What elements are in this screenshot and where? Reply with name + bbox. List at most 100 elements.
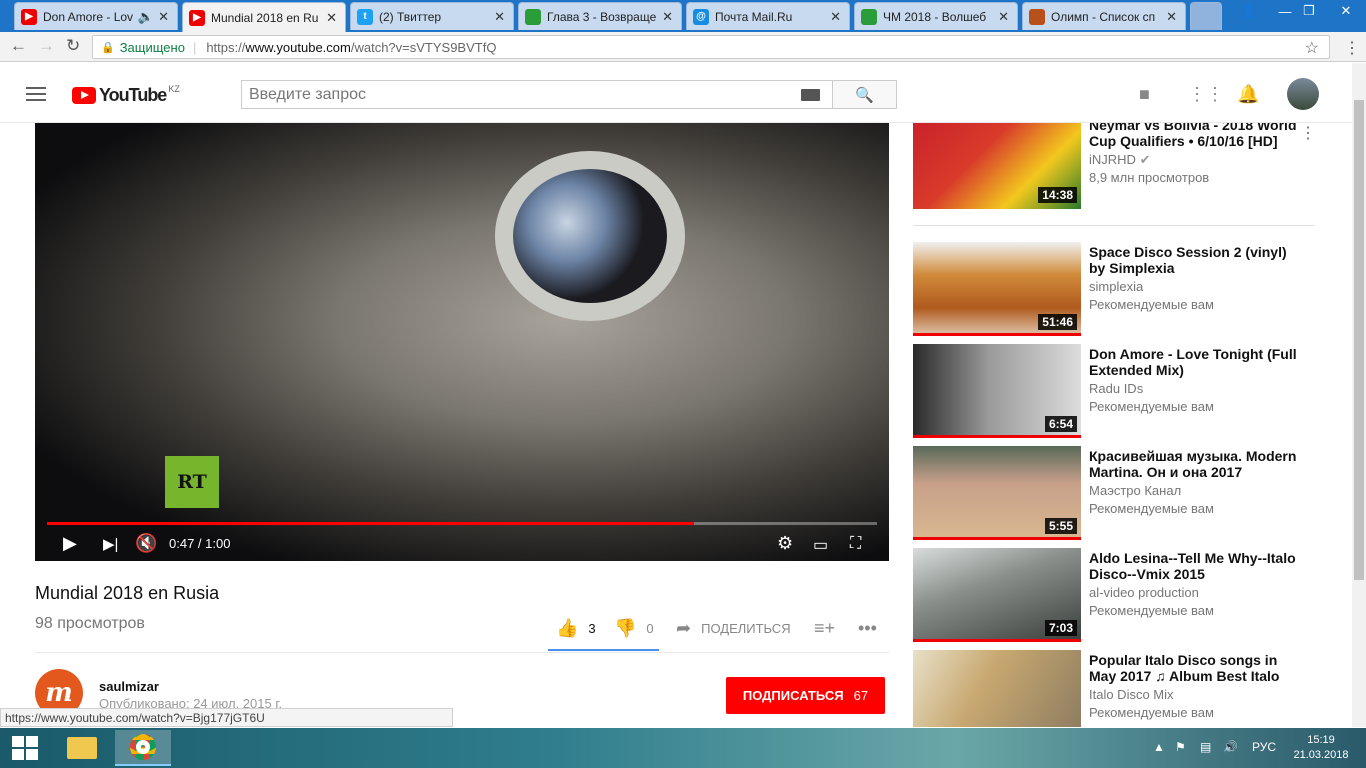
video-thumbnail[interactable]: 5:55 xyxy=(913,446,1081,540)
sidebar-divider xyxy=(913,225,1315,226)
system-clock[interactable]: 15:19 21.03.2018 xyxy=(1291,733,1351,763)
input-language[interactable]: РУС xyxy=(1252,740,1276,754)
video-thumbnail[interactable] xyxy=(913,650,1081,727)
tab-close-icon[interactable]: ✕ xyxy=(158,9,169,25)
watched-progress-bar xyxy=(913,435,1081,438)
new-tab-button[interactable] xyxy=(1190,2,1222,30)
recommended-channel[interactable]: iNJRHD ✔ xyxy=(1089,152,1150,168)
youtube-favicon-icon: ▶ xyxy=(189,9,205,26)
action-center-flag-icon[interactable]: ⚑ xyxy=(1175,740,1186,754)
like-count: 3 xyxy=(588,621,596,636)
tray-expand-icon[interactable]: ▲ xyxy=(1153,740,1165,754)
thumbs-up-icon: 👍 xyxy=(556,618,579,638)
recommended-title[interactable]: Don Amore - Love Tonight (Full Extended … xyxy=(1089,346,1299,378)
tab-close-icon[interactable]: ✕ xyxy=(1166,9,1177,25)
tab-close-icon[interactable]: ✕ xyxy=(998,9,1009,25)
youtube-masthead: YouTube KZ Введите запрос 🔍 ■ ⋮⋮ 🔔 xyxy=(0,63,1352,123)
youtube-wordmark: YouTube xyxy=(99,85,167,105)
share-button[interactable]: ➦ ПОДЕЛИТЬСЯ xyxy=(676,618,791,639)
tab-olimp[interactable]: Олимп - Список сп ✕ xyxy=(1022,2,1186,30)
upload-video-icon[interactable]: ■ xyxy=(1139,84,1150,105)
tab-close-icon[interactable]: ✕ xyxy=(830,9,841,25)
tab-close-icon[interactable]: ✕ xyxy=(494,9,505,25)
like-button[interactable]: 👍 3 xyxy=(556,618,596,639)
recommended-channel[interactable]: Маэстро Канал xyxy=(1089,483,1181,498)
windows-start-icon[interactable] xyxy=(12,736,38,760)
browser-tab-strip: ▶ Don Amore - Lov 🔈 ✕ ▶ Mundial 2018 en … xyxy=(0,0,1366,32)
bookmark-star-icon[interactable]: ☆ xyxy=(1305,38,1319,58)
subscribe-button[interactable]: ПОДПИСАТЬСЯ 67 xyxy=(726,677,885,714)
browser-menu-icon[interactable]: ⋮ xyxy=(1344,38,1360,58)
page-scrollbar-thumb[interactable] xyxy=(1354,100,1364,580)
chrome-taskbar-icon[interactable] xyxy=(115,730,171,766)
reload-icon[interactable]: ↻ xyxy=(66,36,80,56)
secure-indicator[interactable]: 🔒 Защищено xyxy=(101,40,185,55)
restore-icon[interactable]: ❐ xyxy=(1292,0,1326,22)
share-label: ПОДЕЛИТЬСЯ xyxy=(701,621,791,636)
tab-chm-2018[interactable]: ЧМ 2018 - Волшеб ✕ xyxy=(854,2,1018,30)
theater-mode-icon[interactable]: ▭ xyxy=(813,535,828,555)
recommended-title[interactable]: Popular Italo Disco songs in May 2017 ♫ … xyxy=(1089,652,1299,684)
recommended-title[interactable]: Aldo Lesina--Tell Me Why--Italo Disco--V… xyxy=(1089,550,1299,582)
apps-grid-icon[interactable]: ⋮⋮ xyxy=(1188,84,1224,105)
recommended-title[interactable]: Neymar vs Bolivia - 2018 World Cup Quali… xyxy=(1089,123,1299,149)
recommended-title[interactable]: Space Disco Session 2 (vinyl) by Simplex… xyxy=(1089,244,1299,276)
mute-volume-icon[interactable]: 🔇 xyxy=(135,533,157,554)
hamburger-menu-icon[interactable] xyxy=(26,87,46,101)
video-thumbnail[interactable]: 6:54 xyxy=(913,344,1081,438)
youtube-play-logo-icon xyxy=(72,87,96,104)
next-video-icon[interactable]: ▶| xyxy=(103,535,118,553)
add-to-playlist-button[interactable]: ≡+ xyxy=(814,618,845,639)
search-input[interactable]: Введите запрос xyxy=(241,80,833,109)
keyboard-icon[interactable] xyxy=(801,89,820,101)
notifications-bell-icon[interactable]: 🔔 xyxy=(1237,84,1259,105)
settings-gear-icon[interactable]: ⚙ xyxy=(777,533,793,554)
dislike-button[interactable]: 👎 0 xyxy=(614,618,654,639)
more-actions-button[interactable]: ••• xyxy=(858,618,887,639)
channel-name[interactable]: saulmizar xyxy=(99,679,159,694)
youtube-logo[interactable]: YouTube KZ xyxy=(72,84,180,106)
volume-icon[interactable]: 🔊 xyxy=(1223,740,1238,754)
video-thumbnail[interactable]: 7:03 xyxy=(913,548,1081,642)
recommended-meta: Рекомендуемые вам xyxy=(1089,603,1214,618)
forward-arrow-icon[interactable]: → xyxy=(38,36,55,56)
more-horizontal-icon: ••• xyxy=(858,618,877,638)
back-arrow-icon[interactable]: ← xyxy=(10,36,27,56)
tab-audio-icon[interactable]: 🔈 xyxy=(138,9,154,25)
url-host: www.youtube.com xyxy=(245,39,351,55)
player-controls: ▶ ▶| 🔇 0:47 / 1:00 ⚙ ▭ ⛶ xyxy=(35,529,889,561)
tab-glava-3[interactable]: Глава 3 - Возвраще ✕ xyxy=(518,2,682,30)
tab-don-amore[interactable]: ▶ Don Amore - Lov 🔈 ✕ xyxy=(14,2,178,30)
play-icon[interactable]: ▶ xyxy=(63,533,77,554)
video-duration: 5:55 xyxy=(1044,518,1077,534)
network-icon[interactable]: ▤ xyxy=(1200,740,1211,754)
video-thumbnail[interactable]: 51:46 xyxy=(913,242,1081,336)
recommended-title[interactable]: Красивейшая музыка. Modern Martina. Он и… xyxy=(1089,448,1299,480)
tab-mundial-active[interactable]: ▶ Mundial 2018 en Ru ✕ xyxy=(182,2,346,32)
video-player[interactable]: RT ▶ ▶| 🔇 0:47 / 1:00 ⚙ ▭ ⛶ xyxy=(35,123,889,561)
tab-twitter[interactable]: t (2) Твиттер ✕ xyxy=(350,2,514,30)
tab-title: Почта Mail.Ru xyxy=(715,9,793,24)
recommended-channel[interactable]: Radu IDs xyxy=(1089,381,1143,396)
recommended-channel[interactable]: simplexia xyxy=(1089,279,1143,294)
omnibox[interactable]: 🔒 Защищено | https://www.youtube.com/wat… xyxy=(92,35,1330,59)
tab-close-icon[interactable]: ✕ xyxy=(326,10,337,26)
search-button[interactable]: 🔍 xyxy=(832,80,897,109)
user-profile-icon[interactable]: 👤 xyxy=(1232,0,1266,22)
verified-check-icon: ✔ xyxy=(1139,152,1151,167)
recommended-channel[interactable]: Italo Disco Mix xyxy=(1089,687,1174,702)
account-avatar[interactable] xyxy=(1287,78,1319,110)
tab-close-icon[interactable]: ✕ xyxy=(662,9,673,25)
file-explorer-icon[interactable] xyxy=(54,730,110,766)
omnibox-divider: | xyxy=(192,39,197,55)
video-thumbnail[interactable]: 14:38 xyxy=(913,123,1081,209)
window-close-icon[interactable]: ✕ xyxy=(1326,0,1366,22)
recommended-channel[interactable]: al-video production xyxy=(1089,585,1199,600)
recommended-meta: Рекомендуемые вам xyxy=(1089,501,1214,516)
tab-mail-ru[interactable]: @ Почта Mail.Ru ✕ xyxy=(686,2,850,30)
video-progress-bar[interactable] xyxy=(47,522,877,525)
more-options-icon[interactable]: ⋮ xyxy=(1300,123,1316,143)
share-arrow-icon: ➦ xyxy=(676,618,692,638)
fullscreen-icon[interactable]: ⛶ xyxy=(850,535,861,553)
video-duration: 6:54 xyxy=(1044,416,1077,432)
